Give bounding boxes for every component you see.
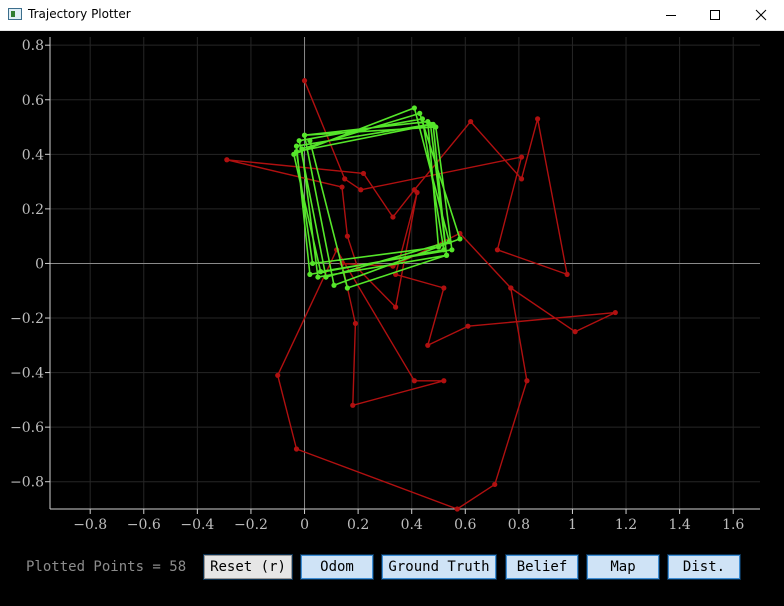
x-tick-label: 0: [300, 517, 309, 533]
dist-button[interactable]: Dist.: [667, 554, 741, 580]
series-2-point: [309, 260, 316, 267]
series-1-point: [350, 402, 356, 408]
map-button[interactable]: Map: [586, 554, 660, 580]
series-1-point: [492, 481, 498, 488]
y-tick-label: 0: [35, 256, 44, 272]
series-2-point: [344, 285, 350, 291]
y-tick-label: 0.8: [22, 38, 44, 54]
series-1-point: [301, 78, 308, 84]
maximize-button[interactable]: [692, 0, 738, 30]
y-tick-label: −0.4: [10, 366, 44, 382]
plotted-points-label: Plotted Points = 58: [26, 559, 187, 575]
belief-button[interactable]: Belief: [505, 554, 579, 580]
close-icon: [755, 9, 767, 21]
series-2-point: [446, 239, 452, 245]
ground-truth-button[interactable]: Ground Truth: [381, 554, 497, 580]
x-tick-label: 0.4: [401, 517, 423, 533]
bottom-toolbar: Plotted Points = 58 Reset (r) Odom Groun…: [0, 548, 784, 588]
x-tick-label: 1: [568, 517, 577, 533]
series-2-point: [318, 269, 324, 275]
series-2-point: [417, 110, 423, 116]
series-2-point: [443, 252, 450, 258]
series-1-point: [468, 118, 474, 125]
series-2-point: [411, 105, 417, 111]
x-tick-label: −0.8: [73, 517, 107, 533]
x-tick-label: 1.2: [615, 517, 637, 533]
series-2-point: [441, 247, 447, 253]
x-tick-label: 1.6: [722, 517, 744, 533]
series-1-point: [465, 323, 471, 329]
series-1-point: [454, 506, 460, 512]
series-2-point: [323, 274, 329, 280]
series-1-point: [508, 285, 514, 291]
series-2-point: [331, 282, 337, 288]
trajectory-chart[interactable]: −0.8 −0.6 −0.4 −0.2 0 0.2 0.4 0.6 0.8 1 1.2 1.4 1.6 0…: [0, 31, 784, 541]
series-1-point: [293, 446, 300, 452]
window-title: Trajectory Plotter: [28, 7, 131, 21]
series-1-point: [441, 285, 447, 291]
plot-area[interactable]: −0.8 −0.6 −0.4 −0.2 0 0.2 0.4 0.6 0.8 1 1.2 1.4 1.6 0…: [0, 31, 784, 541]
series-1-point: [414, 189, 420, 196]
series-2-point: [457, 236, 463, 242]
series-1-point: [224, 157, 230, 163]
y-tick-label: −0.8: [10, 475, 44, 491]
series-1-point: [342, 176, 348, 182]
reset-button[interactable]: Reset (r): [203, 554, 293, 580]
x-tick-label: 0.8: [508, 517, 530, 533]
series-1-point: [535, 116, 541, 122]
x-tick-label: −0.6: [127, 517, 161, 533]
y-tick-label: 0.6: [22, 93, 44, 109]
series-1-point: [564, 271, 570, 277]
x-tick-label: −0.2: [234, 517, 268, 533]
series-2-point: [299, 146, 305, 152]
y-tick-label: −0.6: [10, 420, 44, 436]
series-1-line: [226, 80, 616, 510]
series-1-point: [572, 329, 578, 335]
series-1-point: [518, 154, 525, 160]
series-2-point: [430, 121, 436, 127]
y-tick-label: 0.4: [22, 147, 44, 163]
series-1-point: [275, 372, 281, 378]
x-tick-label: −0.4: [180, 517, 214, 533]
app-window-icon: [8, 8, 22, 20]
series-2-point: [419, 116, 426, 122]
close-button[interactable]: [738, 0, 784, 30]
series-2-point: [307, 138, 313, 144]
series-1-point: [358, 187, 364, 193]
series-2-point: [307, 271, 313, 277]
y-tick-label: −0.2: [10, 311, 44, 327]
minimize-button[interactable]: [648, 0, 694, 30]
series-1-point: [612, 309, 618, 316]
x-tick-label: 0.2: [347, 517, 369, 533]
series-1-point: [352, 320, 359, 327]
series-1-point: [425, 342, 431, 348]
series-1-point: [411, 378, 417, 384]
minimize-icon: [666, 15, 676, 16]
series-2-line: [292, 107, 461, 289]
series-2-point: [435, 244, 442, 250]
series-2-point: [293, 148, 300, 155]
series-1-point: [339, 184, 345, 190]
title-bar: Trajectory Plotter: [0, 0, 784, 31]
series-2-point: [301, 132, 308, 138]
series-2-point: [425, 118, 431, 125]
series-2-point: [315, 274, 321, 280]
odom-button[interactable]: Odom: [300, 554, 374, 580]
series-1-point: [494, 247, 501, 253]
y-tick-label: 0.2: [22, 202, 44, 218]
maximize-icon: [710, 10, 720, 20]
x-tick-label: 1.4: [668, 517, 690, 533]
series-1-point: [524, 378, 530, 384]
series-1-point: [393, 304, 399, 310]
series-1-point: [441, 378, 447, 384]
series-2-point: [449, 247, 455, 253]
series-1-point: [344, 233, 350, 239]
series-1-point: [360, 170, 367, 177]
series-2-point: [293, 143, 300, 149]
series-1-point: [518, 176, 525, 182]
series-2-point: [296, 138, 302, 144]
series-1-point: [390, 214, 396, 220]
x-tick-label: 0.6: [454, 517, 476, 533]
